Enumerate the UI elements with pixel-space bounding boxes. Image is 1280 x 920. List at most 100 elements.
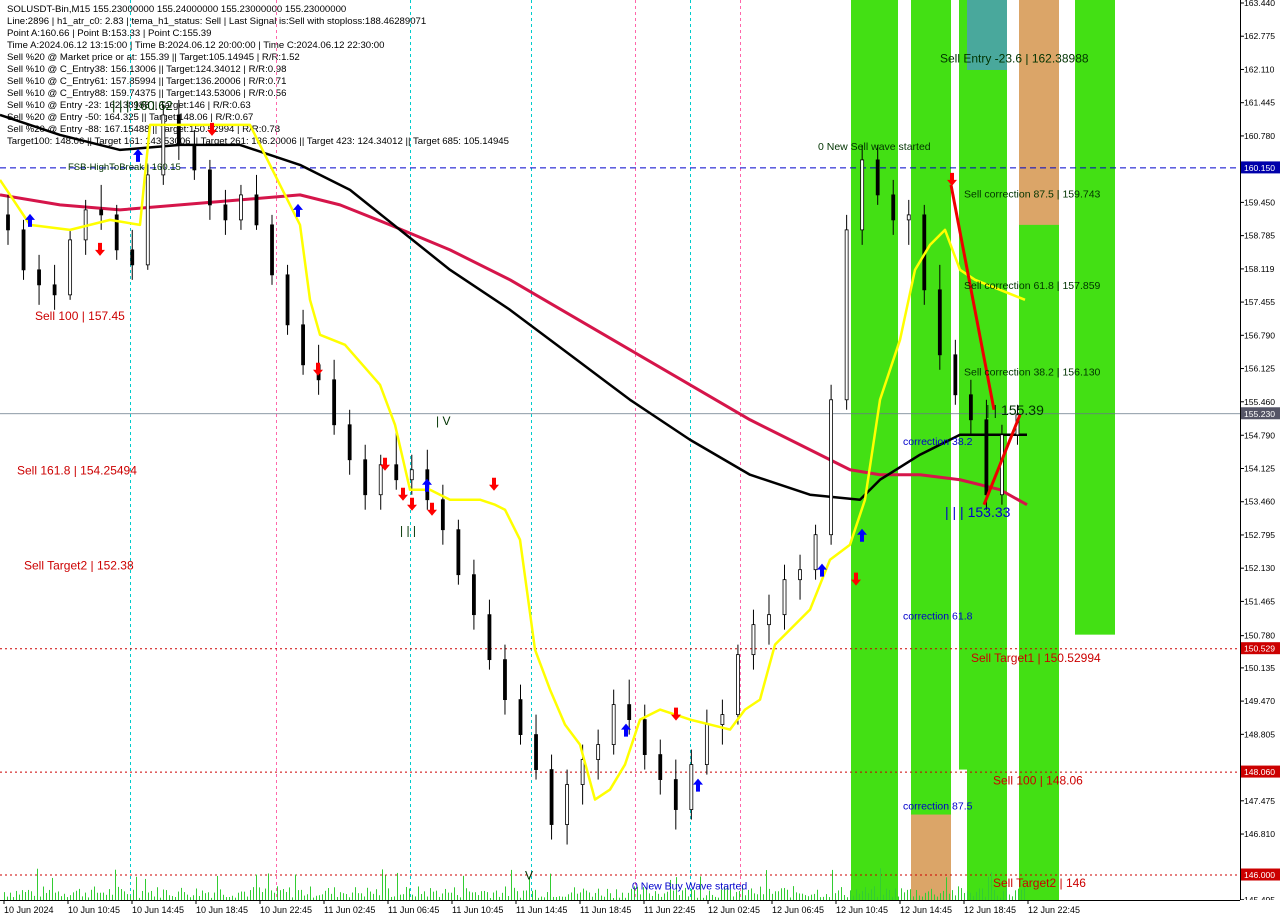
volume-bar — [823, 896, 824, 900]
price-chart[interactable]: Sell 100 | 157.45 Sell 161.8 | 154.25494 S… — [0, 0, 1280, 920]
volume-bar — [490, 897, 491, 900]
candle-body — [223, 204, 228, 221]
volume-bar — [133, 889, 134, 900]
volume-bar — [949, 893, 950, 900]
volume-bar — [1015, 890, 1016, 900]
candle-body — [860, 159, 865, 231]
volume-bar — [61, 896, 62, 900]
candle-body — [37, 269, 41, 286]
y-tick-label: 154.125 — [1244, 463, 1275, 473]
volume-bar — [7, 896, 8, 900]
candle-body — [207, 169, 212, 206]
volume-bar — [757, 894, 758, 900]
chart-label: Sell 161.8 | 154.25494 — [17, 464, 137, 478]
volume-bar — [415, 896, 416, 900]
volume-bar — [772, 893, 773, 900]
volume-bar — [172, 895, 173, 900]
volume-bar — [82, 896, 83, 900]
volume-bar — [1000, 897, 1001, 900]
candle-body — [332, 379, 337, 426]
chart-label: correction 38.2 — [903, 436, 973, 448]
volume-bar — [877, 896, 878, 900]
volume-bar — [316, 895, 317, 900]
volume-bar — [34, 895, 35, 900]
candle-body — [829, 399, 834, 536]
volume-bar — [358, 893, 359, 900]
volume-bar — [1003, 891, 1004, 900]
volume-bar — [955, 895, 956, 900]
volume-bar — [640, 894, 641, 900]
volume-bar — [622, 892, 623, 900]
chart-label: Sell correction 38.2 | 156.130 — [964, 366, 1101, 378]
volume-bar — [952, 890, 953, 900]
candle-body — [875, 159, 880, 196]
volume-bar — [250, 890, 251, 900]
volume-bar — [541, 896, 542, 900]
volume-bar — [67, 897, 68, 900]
volume-bar — [1021, 889, 1022, 900]
volume-bar — [100, 892, 101, 900]
candle-body — [736, 654, 740, 716]
volume-bar — [22, 890, 23, 900]
volume-bar — [88, 897, 89, 900]
candle-body — [906, 214, 911, 221]
volume-bar — [775, 891, 776, 900]
volume-bar — [664, 893, 665, 900]
volume-bar — [331, 893, 332, 900]
volume-bar — [715, 896, 716, 900]
volume-bar — [874, 886, 875, 900]
volume-bar — [430, 888, 431, 900]
volume-bar — [937, 896, 938, 900]
chart-label: FSB-HighToBreak | 160.15 — [68, 162, 181, 173]
volume-bar — [337, 896, 338, 900]
volume-bar — [562, 896, 563, 900]
volume-bar — [697, 897, 698, 900]
volume-bar — [871, 889, 872, 900]
candle-body — [658, 754, 663, 780]
volume-bar — [781, 888, 782, 900]
volume-bar — [352, 892, 353, 900]
candle-body — [52, 284, 57, 296]
volume-bar — [820, 897, 821, 900]
volume-bar — [625, 897, 626, 900]
volume-bar — [274, 892, 275, 900]
candle-body — [254, 194, 259, 226]
volume-bar — [139, 897, 140, 900]
volume-bar — [115, 869, 116, 900]
volume-bar — [895, 888, 896, 900]
x-tick-label: 12 Jun 18:45 — [964, 905, 1016, 915]
volume-bar — [208, 892, 209, 900]
volume-bar — [385, 875, 386, 900]
volume-bar — [868, 893, 869, 900]
volume-bar — [328, 888, 329, 900]
volume-bar — [136, 876, 137, 900]
volume-bar — [943, 890, 944, 900]
volume-bar — [304, 895, 305, 900]
candle-body — [301, 324, 305, 366]
chart-label: Sell Target1 | 150.52994 — [971, 651, 1101, 665]
volume-bar — [733, 896, 734, 900]
volume-bar — [484, 890, 485, 900]
x-tick-label: 12 Jun 22:45 — [1028, 905, 1080, 915]
volume-bar — [286, 891, 287, 900]
volume-bar — [130, 895, 131, 900]
volume-bar — [838, 890, 839, 900]
volume-bar — [43, 886, 44, 900]
volume-bar — [619, 897, 620, 900]
time-axis-bg — [0, 900, 1280, 920]
candle-body — [409, 469, 414, 481]
volume-bar — [913, 896, 914, 900]
volume-bar — [262, 892, 263, 900]
volume-bar — [496, 890, 497, 900]
volume-bar — [751, 888, 752, 900]
candle-body — [611, 704, 616, 745]
volume-bar — [175, 897, 176, 900]
volume-bar — [211, 897, 212, 900]
volume-bar — [799, 893, 800, 900]
volume-bar — [964, 892, 965, 900]
sell-arrow-icon — [489, 477, 499, 491]
y-tick-label: 161.445 — [1244, 98, 1275, 108]
y-tick-label: 162.110 — [1244, 64, 1275, 74]
volume-bar — [463, 875, 464, 900]
volume-bar — [241, 891, 242, 900]
